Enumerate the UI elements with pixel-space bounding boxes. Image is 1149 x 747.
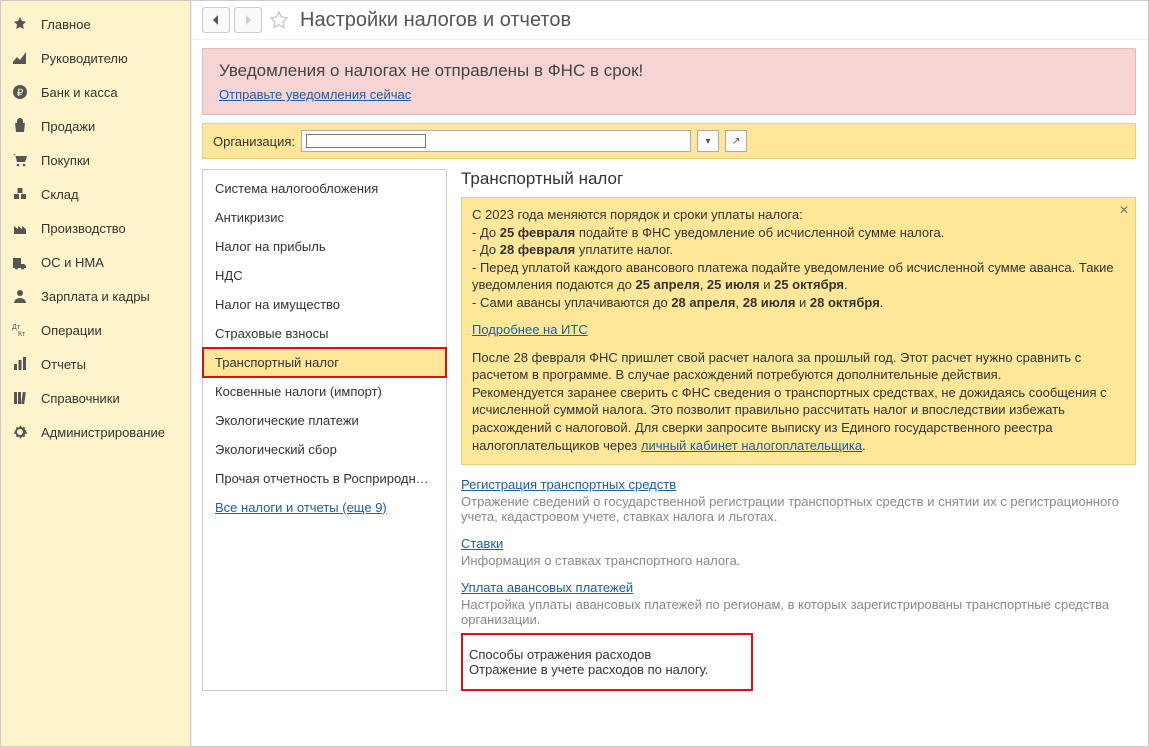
nav-fixed-assets[interactable]: ОС и НМА <box>1 245 190 279</box>
organization-dropdown-button[interactable]: ▾ <box>697 130 719 152</box>
nav-label: Производство <box>41 221 126 236</box>
favorite-button[interactable] <box>266 7 292 33</box>
svg-text:Кт: Кт <box>18 331 26 338</box>
nav-production[interactable]: Производство <box>1 211 190 245</box>
taxpayer-cabinet-link[interactable]: личный кабинет налогоплательщика <box>641 438 862 453</box>
alert-title: Уведомления о налогах не отправлены в ФН… <box>219 61 1119 81</box>
person-icon <box>11 287 29 305</box>
nav-manager[interactable]: Руководителю <box>1 41 190 75</box>
nav-label: Продажи <box>41 119 95 134</box>
sidebar: Главное Руководителю ₽ Банк и касса Прод… <box>1 1 191 746</box>
detail-panel: Транспортный налог ✕ С 2023 года меняютс… <box>461 169 1136 691</box>
ruble-icon: ₽ <box>11 83 29 101</box>
section-advance-payments: Уплата авансовых платежей Настройка упла… <box>461 580 1136 627</box>
info-para2b: Рекомендуется заранее сверить с ФНС свед… <box>472 384 1125 454</box>
section-rates: Ставки Информация о ставках транспортног… <box>461 536 1136 568</box>
detail-heading: Транспортный налог <box>461 169 1136 189</box>
tax-item-vat[interactable]: НДС <box>203 261 446 290</box>
nav-directories[interactable]: Справочники <box>1 381 190 415</box>
expense-methods-link[interactable]: Способы отражения расходов <box>469 647 651 662</box>
factory-icon <box>11 219 29 237</box>
back-button[interactable] <box>202 7 230 33</box>
nav-label: ОС и НМА <box>41 255 104 270</box>
nav-label: Банк и касса <box>41 85 118 100</box>
info-para2a: После 28 февраля ФНС пришлет свой расчет… <box>472 349 1125 384</box>
nav-payroll[interactable]: Зарплата и кадры <box>1 279 190 313</box>
expense-methods-highlight: Способы отражения расходов Отражение в у… <box>461 633 753 691</box>
journal-icon: ДтКт <box>11 321 29 339</box>
nav-label: Справочники <box>41 391 120 406</box>
tax-list: Система налогообложения Антикризис Налог… <box>202 169 447 691</box>
nav-label: Администрирование <box>41 425 165 440</box>
nav-reports[interactable]: Отчеты <box>1 347 190 381</box>
alert-banner: Уведомления о налогах не отправлены в ФН… <box>202 48 1136 115</box>
expense-methods-desc: Отражение в учете расходов по налогу. <box>469 662 745 677</box>
chart-line-icon <box>11 49 29 67</box>
tax-item-taxation-system[interactable]: Система налогообложения <box>203 174 446 203</box>
gear-icon <box>11 423 29 441</box>
forward-button[interactable] <box>234 7 262 33</box>
rates-desc: Информация о ставках транспортного налог… <box>461 553 1136 568</box>
tax-item-all-taxes-link[interactable]: Все налоги и отчеты (еще 9) <box>203 493 446 522</box>
svg-text:₽: ₽ <box>17 88 24 99</box>
registration-desc: Отражение сведений о государственной рег… <box>461 494 1136 524</box>
close-icon[interactable]: ✕ <box>1119 202 1129 218</box>
main-area: Настройки налогов и отчетов Уведомления … <box>191 1 1148 746</box>
toolbar: Настройки налогов и отчетов <box>192 1 1148 40</box>
nav-label: Зарплата и кадры <box>41 289 150 304</box>
info-line2: - До 25 февраля подайте в ФНС уведомлени… <box>472 224 1125 242</box>
rates-link[interactable]: Ставки <box>461 536 503 551</box>
organization-open-button[interactable]: ↗ <box>725 130 747 152</box>
star-icon <box>11 15 29 33</box>
organization-input[interactable] <box>301 130 691 152</box>
nav-admin[interactable]: Администрирование <box>1 415 190 449</box>
alert-link[interactable]: Отправьте уведомления сейчас <box>219 87 411 102</box>
books-icon <box>11 389 29 407</box>
nav-label: Операции <box>41 323 102 338</box>
organization-field-inner <box>306 134 426 148</box>
registration-link[interactable]: Регистрация транспортных средств <box>461 477 676 492</box>
organization-bar: Организация: ▾ ↗ <box>202 123 1136 159</box>
truck-icon <box>11 253 29 271</box>
tax-item-eco-fee[interactable]: Экологический сбор <box>203 435 446 464</box>
info-line3: - До 28 февраля уплатите налог. <box>472 241 1125 259</box>
nav-label: Главное <box>41 17 91 32</box>
info-line4: - Перед уплатой каждого авансового плате… <box>472 259 1125 294</box>
organization-label: Организация: <box>213 134 295 149</box>
nav-warehouse[interactable]: Склад <box>1 177 190 211</box>
tax-item-eco-payments[interactable]: Экологические платежи <box>203 406 446 435</box>
section-registration: Регистрация транспортных средств Отражен… <box>461 477 1136 524</box>
tax-item-profit-tax[interactable]: Налог на прибыль <box>203 232 446 261</box>
tax-item-anticrisis[interactable]: Антикризис <box>203 203 446 232</box>
nav-purchases[interactable]: Покупки <box>1 143 190 177</box>
nav-label: Руководителю <box>41 51 128 66</box>
tax-item-indirect-tax[interactable]: Косвенные налоги (импорт) <box>203 377 446 406</box>
bag-icon <box>11 117 29 135</box>
two-column-layout: Система налогообложения Антикризис Налог… <box>202 169 1136 691</box>
boxes-icon <box>11 185 29 203</box>
info-more-link[interactable]: Подробнее на ИТС <box>472 322 588 337</box>
cart-icon <box>11 151 29 169</box>
info-line1: С 2023 года меняются порядок и сроки упл… <box>472 206 1125 224</box>
info-line5: - Сами авансы уплачиваются до 28 апреля,… <box>472 294 1125 312</box>
advance-payments-link[interactable]: Уплата авансовых платежей <box>461 580 633 595</box>
nav-sales[interactable]: Продажи <box>1 109 190 143</box>
bar-chart-icon <box>11 355 29 373</box>
tax-item-property-tax[interactable]: Налог на имущество <box>203 290 446 319</box>
tax-item-insurance[interactable]: Страховые взносы <box>203 319 446 348</box>
nav-label: Склад <box>41 187 79 202</box>
nav-operations[interactable]: ДтКт Операции <box>1 313 190 347</box>
nav-label: Покупки <box>41 153 90 168</box>
nav-main[interactable]: Главное <box>1 7 190 41</box>
svg-text:Дт: Дт <box>12 324 21 331</box>
page-title: Настройки налогов и отчетов <box>300 9 571 32</box>
nav-label: Отчеты <box>41 357 86 372</box>
advance-payments-desc: Настройка уплаты авансовых платежей по р… <box>461 597 1136 627</box>
tax-item-transport-tax[interactable]: Транспортный налог <box>203 348 446 377</box>
tax-item-other-reporting[interactable]: Прочая отчетность в Росприроднад... <box>203 464 446 493</box>
content: Уведомления о налогах не отправлены в ФН… <box>192 40 1148 746</box>
nav-bank[interactable]: ₽ Банк и касса <box>1 75 190 109</box>
info-box: ✕ С 2023 года меняются порядок и сроки у… <box>461 197 1136 465</box>
